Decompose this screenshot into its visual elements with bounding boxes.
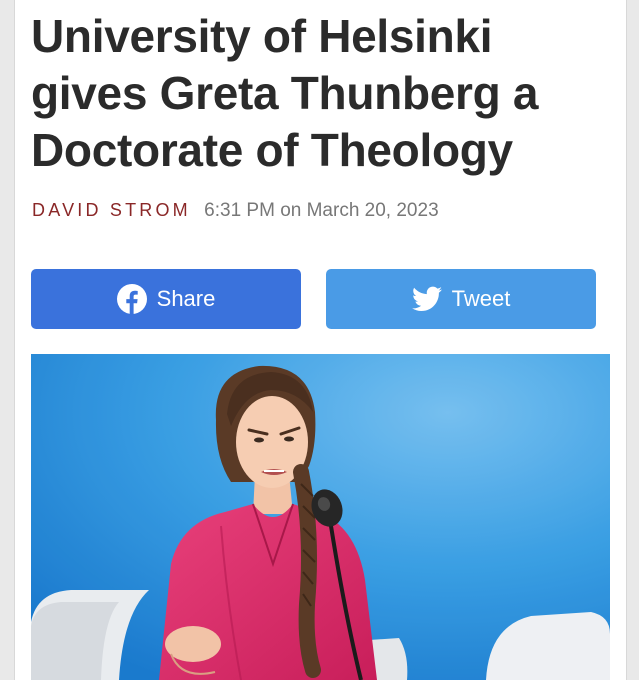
byline: DAVID STROM 6:31 PM on March 20, 2023 <box>32 198 439 223</box>
article-card: University of Helsinki gives Greta Thunb… <box>14 0 627 680</box>
article-photo <box>31 354 610 680</box>
facebook-share-label: Share <box>156 286 216 311</box>
twitter-tweet-button[interactable]: Tweet <box>326 269 596 329</box>
twitter-icon <box>411 286 442 311</box>
twitter-tweet-label: Tweet <box>451 286 511 311</box>
facebook-share-button[interactable]: Share <box>31 269 301 329</box>
article-headline: University of Helsinki gives Greta Thunb… <box>31 10 539 176</box>
author-name[interactable]: DAVID STROM <box>32 200 191 220</box>
publish-timestamp: 6:31 PM on March 20, 2023 <box>204 200 439 221</box>
facebook-icon <box>116 284 147 314</box>
